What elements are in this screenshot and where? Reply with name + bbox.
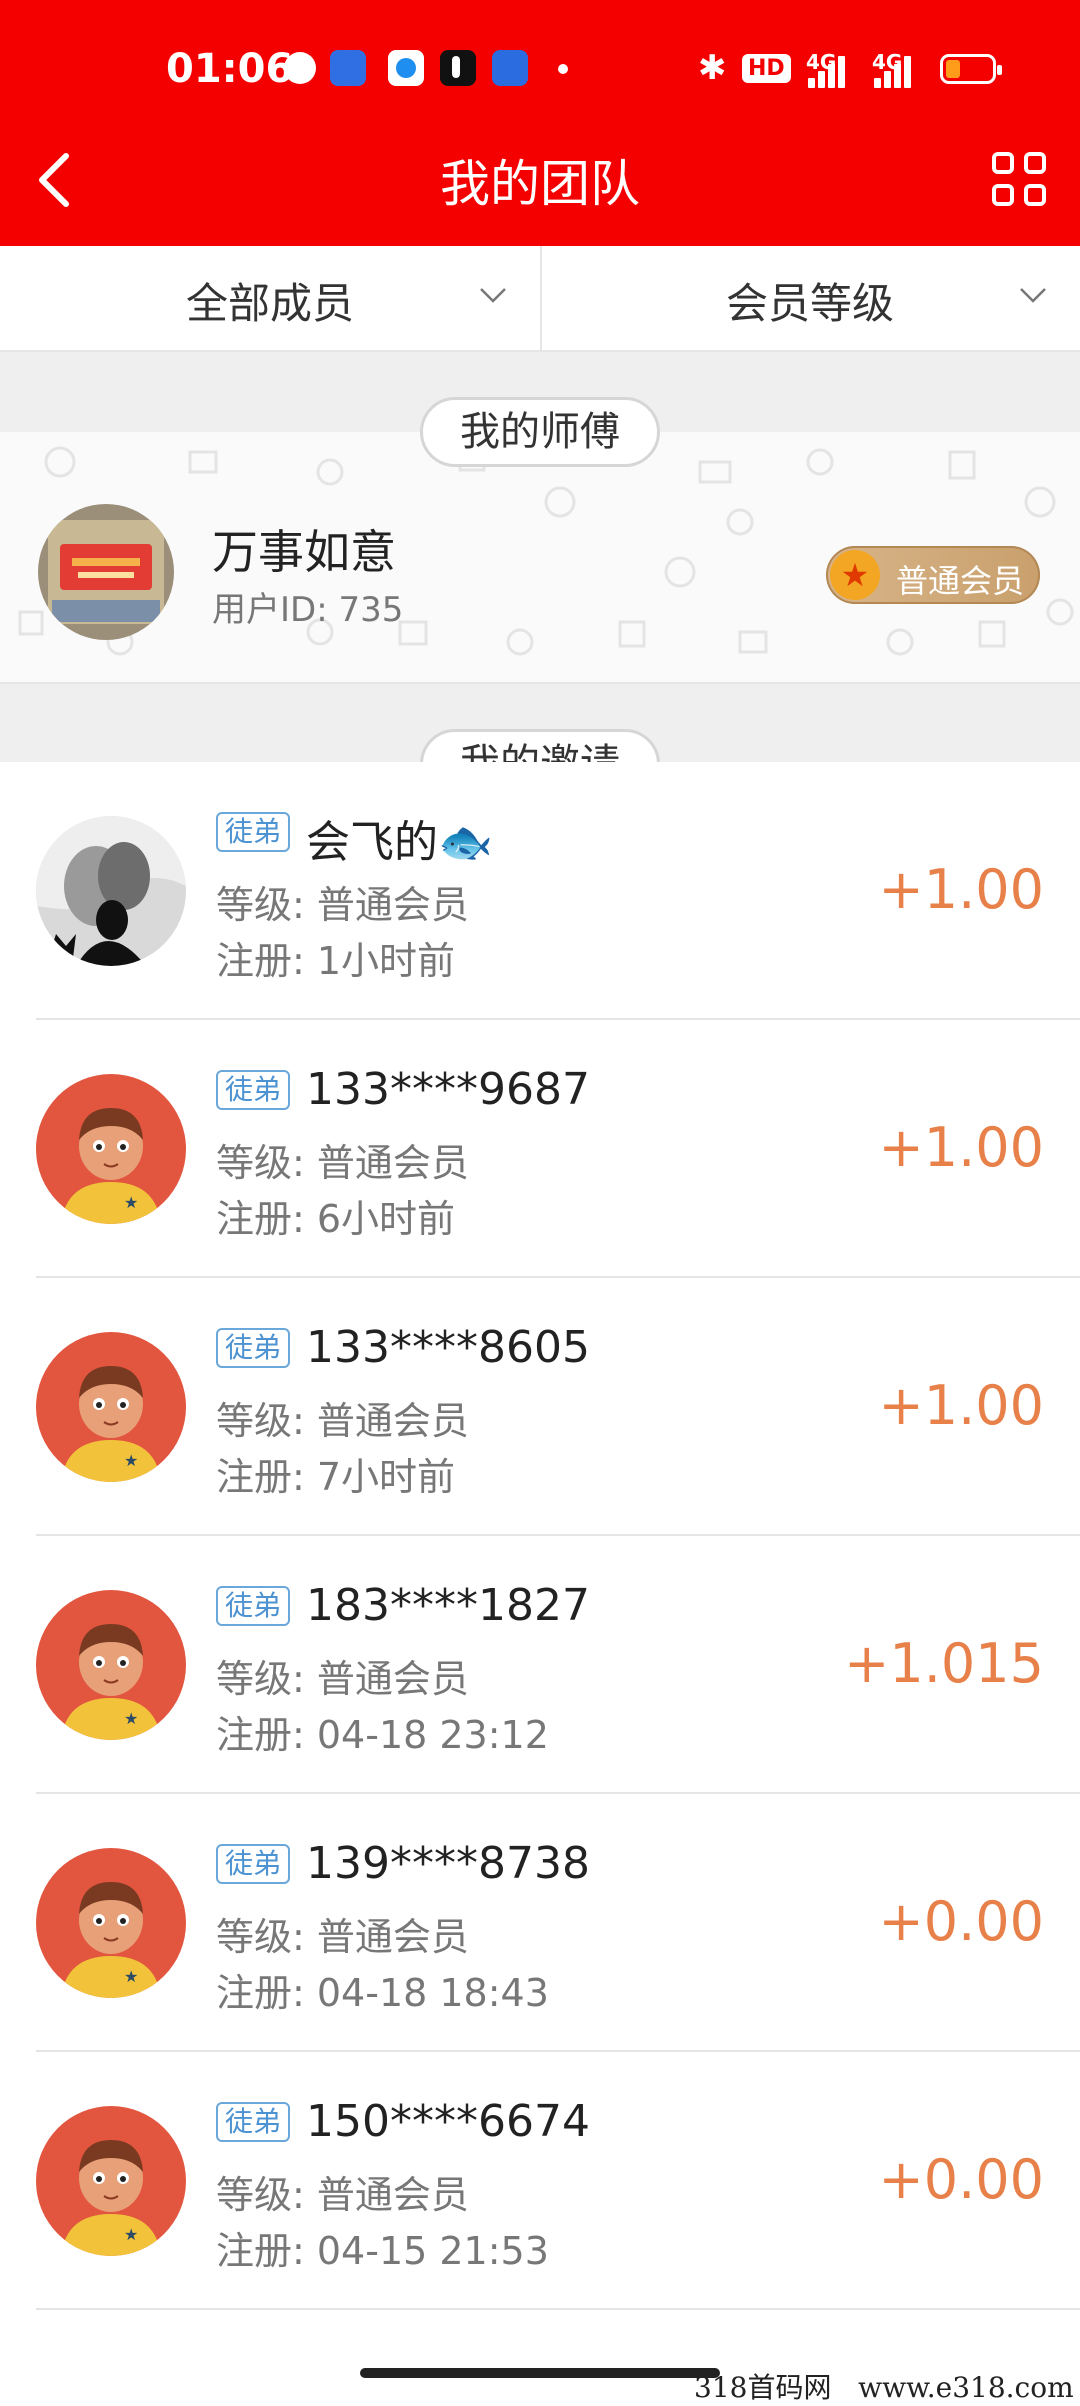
signal-icon — [808, 54, 848, 88]
status-bar: 01:06 ✱ HD 4G 4G — [0, 0, 1080, 140]
watermark: 318首码网 www.e318.com — [694, 2371, 1074, 2404]
hd-indicator: HD — [742, 54, 791, 83]
filter-member-level-label: 会员等级 — [725, 279, 894, 328]
avatar — [36, 816, 186, 966]
shield-app-icon — [330, 50, 366, 86]
list-item[interactable]: ★ 徒弟 150****6674 等级: 普通会员 注册: 04-15 21:5… — [0, 2052, 1080, 2310]
chevron-down-icon — [480, 288, 506, 303]
default-avatar: ★ — [36, 1332, 186, 1482]
member-amount: +0.00 — [878, 1890, 1044, 1953]
home-indicator[interactable] — [360, 2368, 720, 2378]
section-label-master: 我的师傅 — [420, 397, 660, 467]
star-icon: ★ — [830, 550, 880, 600]
member-name: 183****1827 — [306, 1580, 590, 1631]
list-item[interactable]: ★ 徒弟 139****8738 等级: 普通会员 注册: 04-18 18:4… — [0, 1794, 1080, 2052]
member-name: 133****8605 — [306, 1322, 590, 1373]
status-time: 01:06 — [166, 46, 294, 92]
list-item[interactable]: 徒弟 会飞的🐟 等级: 普通会员 注册: 1小时前 +1.00 — [0, 762, 1080, 1020]
member-name: 139****8738 — [306, 1838, 590, 1889]
member-name: 会飞的🐟 — [306, 817, 493, 868]
svg-text:★: ★ — [124, 1193, 138, 1212]
signal-icon-2 — [874, 54, 914, 88]
list-item[interactable]: ★ 徒弟 133****8605 等级: 普通会员 注册: 7小时前 +1.00 — [0, 1278, 1080, 1536]
master-user-id: 用户ID: 735 — [212, 590, 404, 630]
master-card[interactable]: 万事如意 用户ID: 735 ★ 普通会员 — [0, 432, 1080, 684]
member-amount: +1.00 — [878, 1116, 1044, 1179]
circle-app-icon — [388, 50, 424, 86]
filter-all-members[interactable]: 全部成员 — [0, 246, 540, 350]
member-amount: +1.015 — [844, 1632, 1044, 1695]
member-registered: 注册: 04-15 21:53 — [216, 2229, 549, 2273]
default-avatar: ★ — [36, 1848, 186, 1998]
filter-member-level[interactable]: 会员等级 — [540, 246, 1080, 350]
battery-icon — [940, 54, 1002, 84]
app-header: 01:06 ✱ HD 4G 4G 我的团队 — [0, 0, 1080, 246]
member-name: 150****6674 — [306, 2096, 590, 2147]
default-avatar: ★ — [36, 1590, 186, 1740]
svg-text:★: ★ — [124, 1967, 138, 1986]
disciple-tag: 徒弟 — [216, 1586, 290, 1626]
tiktok-icon — [440, 50, 476, 86]
master-name: 万事如意 — [212, 525, 396, 579]
filter-bar: 全部成员 会员等级 — [0, 246, 1080, 352]
member-name: 133****9687 — [306, 1064, 590, 1115]
notification-dot-icon — [558, 64, 568, 74]
member-level: 等级: 普通会员 — [216, 2173, 469, 2217]
member-amount: +1.00 — [878, 1374, 1044, 1437]
disciple-tag: 徒弟 — [216, 2102, 290, 2142]
row-divider — [36, 2308, 1080, 2310]
weibo-icon — [284, 52, 316, 84]
member-level-badge-label: 普通会员 — [896, 562, 1025, 600]
filter-all-members-label: 全部成员 — [185, 279, 354, 328]
default-avatar: ★ — [36, 2106, 186, 2256]
list-item[interactable]: ★ 徒弟 133****9687 等级: 普通会员 注册: 6小时前 +1.00 — [0, 1020, 1080, 1278]
disciple-tag: 徒弟 — [216, 812, 290, 852]
disciple-tag: 徒弟 — [216, 1844, 290, 1884]
grid-icon[interactable] — [992, 152, 1052, 212]
member-level: 等级: 普通会员 — [216, 1141, 469, 1185]
member-level: 等级: 普通会员 — [216, 1657, 469, 1701]
chevron-down-icon — [1020, 288, 1046, 303]
title-bar: 我的团队 — [0, 130, 1080, 246]
disciple-tag: 徒弟 — [216, 1070, 290, 1110]
member-registered: 注册: 04-18 23:12 — [216, 1713, 549, 1757]
member-registered: 注册: 6小时前 — [216, 1197, 456, 1241]
svg-text:★: ★ — [124, 2225, 138, 2244]
member-level: 等级: 普通会员 — [216, 1915, 469, 1959]
member-registered: 注册: 1小时前 — [216, 939, 456, 983]
member-registered: 注册: 7小时前 — [216, 1455, 456, 1499]
svg-text:★: ★ — [124, 1709, 138, 1728]
member-level: 等级: 普通会员 — [216, 883, 469, 927]
member-amount: +0.00 — [878, 2148, 1044, 2211]
list-item[interactable]: ★ 徒弟 183****1827 等级: 普通会员 注册: 04-18 23:1… — [0, 1536, 1080, 1794]
member-amount: +1.00 — [878, 858, 1044, 921]
member-level-badge: ★ 普通会员 — [826, 546, 1040, 604]
page-title: 我的团队 — [440, 155, 640, 213]
member-registered: 注册: 04-18 18:43 — [216, 1971, 549, 2015]
svg-text:★: ★ — [124, 1451, 138, 1470]
bluetooth-icon: ✱ — [698, 48, 727, 88]
master-avatar — [38, 504, 174, 640]
traffic-app-icon — [492, 50, 528, 86]
default-avatar: ★ — [36, 1074, 186, 1224]
disciple-tag: 徒弟 — [216, 1328, 290, 1368]
member-level: 等级: 普通会员 — [216, 1399, 469, 1443]
